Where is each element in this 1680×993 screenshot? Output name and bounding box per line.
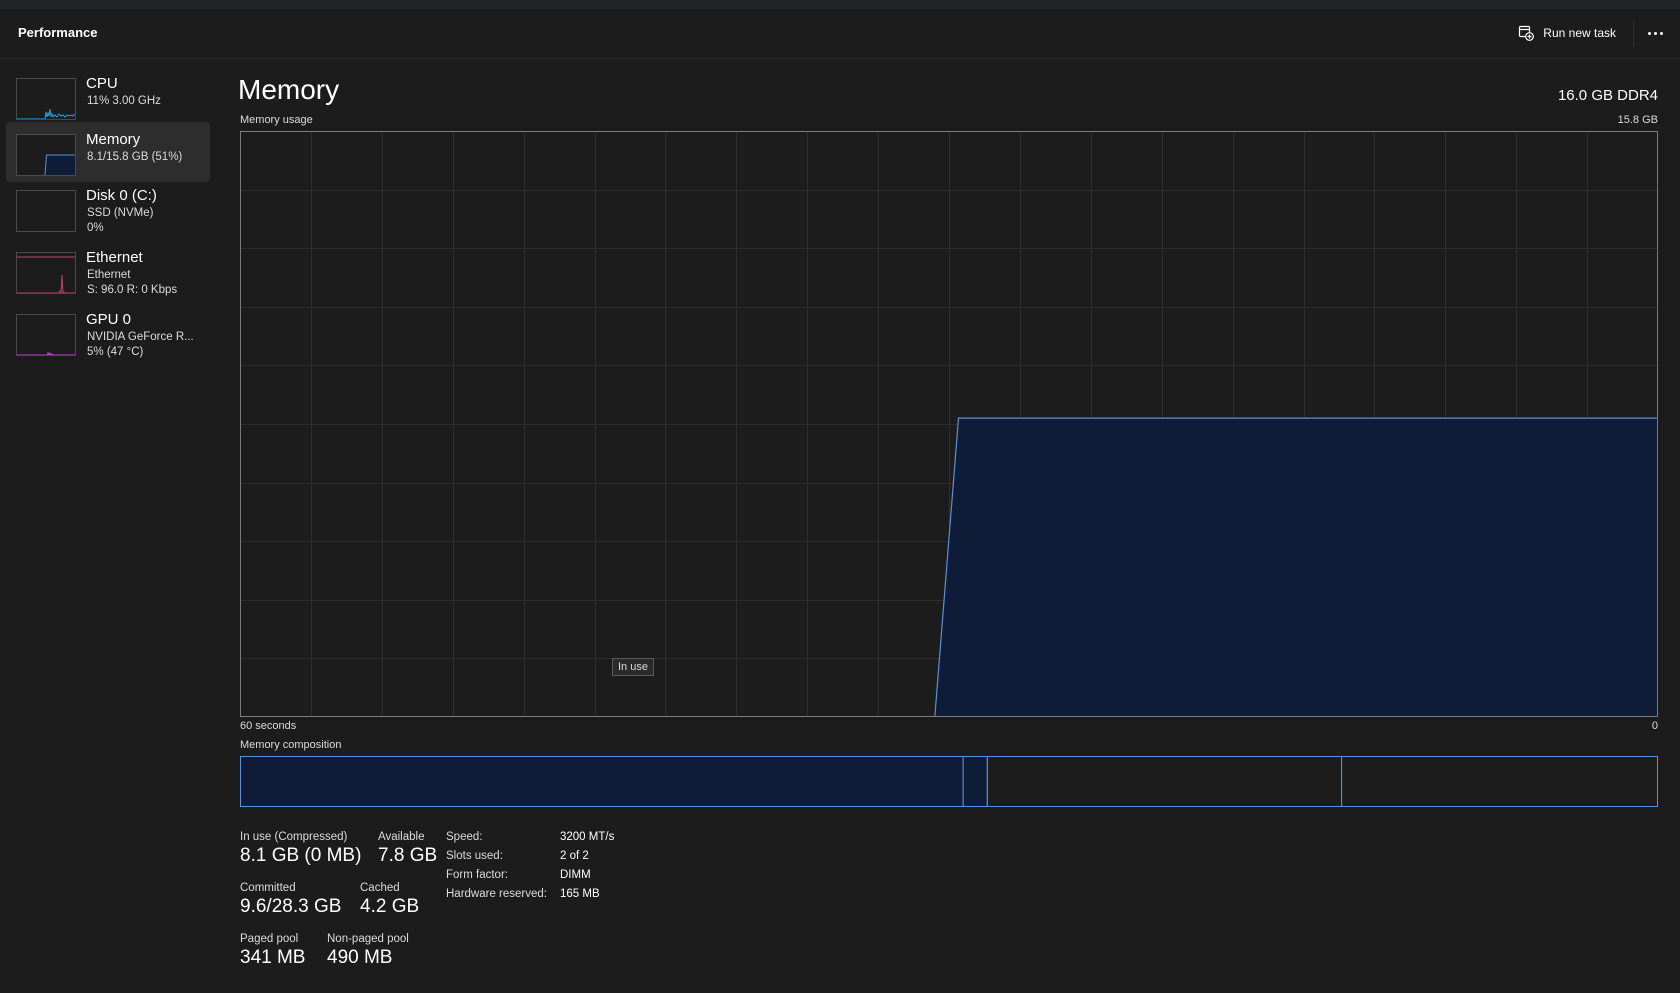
stat-non-paged-pool: Non-paged pool 490 MB <box>327 933 409 969</box>
more-dot-icon <box>1653 31 1657 35</box>
spec-value: DIMM <box>560 869 591 881</box>
sidebar-item-gpu[interactable]: GPU 0 NVIDIA GeForce R... 5% (47 °C) <box>6 302 210 362</box>
spec-row: Hardware reserved: 165 MB <box>446 888 614 907</box>
page-title: Performance <box>18 25 98 40</box>
stat-label: Cached <box>360 882 400 894</box>
cpu-thumbnail-graph <box>16 78 76 120</box>
stat-in-use: In use (Compressed) 8.1 GB (0 MB) <box>240 831 361 867</box>
memory-composition-label: Memory composition <box>240 739 342 751</box>
run-task-icon <box>1518 25 1535 41</box>
sidebar-item-detail: 5% (47 °C) <box>87 346 144 358</box>
sidebar-item-detail: 8.1/15.8 GB (51%) <box>87 151 183 163</box>
hardware-specs: Speed: 3200 MT/s Slots used: 2 of 2 Form f… <box>446 831 614 907</box>
composition-in-use[interactable] <box>240 756 964 807</box>
sidebar-item-detail: SSD (NVMe) <box>87 207 154 219</box>
sidebar-item-label: GPU 0 <box>86 311 132 328</box>
sidebar-item-disk[interactable]: Disk 0 (C:) SSD (NVMe) 0% <box>6 178 210 238</box>
sidebar: CPU 11% 3.00 GHz Memory 8.1/15.8 GB (51%… <box>0 59 216 993</box>
sidebar-item-detail: Ethernet <box>87 269 131 281</box>
graph-axis-right-label: 0 <box>1651 720 1658 732</box>
stat-available: Available 7.8 GB <box>378 831 437 867</box>
stat-label: Committed <box>240 882 296 894</box>
spec-row: Speed: 3200 MT/s <box>446 831 614 850</box>
sidebar-item-ethernet[interactable]: Ethernet Ethernet S: 96.0 R: 0 Kbps <box>6 240 210 300</box>
gpu-thumbnail-graph <box>16 314 76 356</box>
disk-thumbnail-graph <box>16 190 76 232</box>
stat-label: Non-paged pool <box>327 933 409 945</box>
memory-thumbnail-graph <box>16 134 76 176</box>
sidebar-item-detail: S: 96.0 R: 0 Kbps <box>87 284 178 296</box>
ethernet-thumbnail-graph <box>16 252 76 294</box>
sidebar-item-label: CPU <box>86 75 118 92</box>
sidebar-item-label: Disk 0 (C:) <box>86 187 157 204</box>
header-divider <box>1633 19 1634 47</box>
memory-panel: Memory 16.0 GB DDR4 Memory usage 15.8 GB… <box>238 59 1658 993</box>
stat-paged-pool: Paged pool 341 MB <box>240 933 305 969</box>
more-dot-icon <box>1647 31 1651 35</box>
sidebar-item-detail: 0% <box>87 222 104 234</box>
memory-composition-bar[interactable] <box>240 756 1658 807</box>
spec-value: 2 of 2 <box>560 850 589 862</box>
spec-value: 165 MB <box>560 888 600 900</box>
stat-value: 341 MB <box>240 947 306 968</box>
in-use-tooltip: In use <box>612 658 654 676</box>
header-bar: Performance Run new task <box>0 9 1680 59</box>
graph-axis-left-label: 60 seconds <box>240 720 297 732</box>
stat-value: 8.1 GB (0 MB) <box>240 845 362 866</box>
stat-label: Paged pool <box>240 933 299 945</box>
composition-modified[interactable] <box>962 756 988 807</box>
run-new-task-button[interactable]: Run new task <box>1518 21 1616 45</box>
memory-spec: 16.0 GB DDR4 <box>1557 87 1658 104</box>
spec-value: 3200 MT/s <box>560 831 615 843</box>
memory-usage-graph[interactable] <box>240 131 1658 717</box>
memory-usage-label: Memory usage <box>240 114 313 126</box>
sidebar-item-detail: NVIDIA GeForce R... <box>87 331 194 343</box>
sidebar-item-memory[interactable]: Memory 8.1/15.8 GB (51%) <box>6 122 210 182</box>
stat-committed: Committed 9.6/28.3 GB <box>240 882 341 918</box>
stat-cached: Cached 4.2 GB <box>360 882 419 918</box>
more-dot-icon <box>1659 31 1663 35</box>
spec-row: Form factor: DIMM <box>446 869 614 888</box>
stat-label: Available <box>378 831 425 843</box>
window-top-strip <box>0 0 1680 9</box>
sidebar-item-cpu[interactable]: CPU 11% 3.00 GHz <box>6 66 210 126</box>
spec-key: Speed: <box>446 831 483 843</box>
sidebar-item-label: Ethernet <box>86 249 143 266</box>
composition-free[interactable] <box>1341 756 1658 807</box>
stat-value: 9.6/28.3 GB <box>240 896 342 917</box>
stat-value: 7.8 GB <box>378 845 438 866</box>
spec-row: Slots used: 2 of 2 <box>446 850 614 869</box>
sidebar-item-label: Memory <box>86 131 141 148</box>
spec-key: Slots used: <box>446 850 503 862</box>
memory-usage-max: 15.8 GB <box>1617 114 1658 126</box>
run-new-task-label: Run new task <box>1543 26 1616 40</box>
memory-title: Memory <box>238 74 340 105</box>
composition-standby[interactable] <box>986 756 1343 807</box>
stat-value: 490 MB <box>327 947 393 968</box>
spec-key: Hardware reserved: <box>446 888 547 900</box>
sidebar-item-detail: 11% 3.00 GHz <box>87 95 161 107</box>
more-options-button[interactable] <box>1640 21 1670 45</box>
stat-label: In use (Compressed) <box>240 831 348 843</box>
stat-value: 4.2 GB <box>360 896 420 917</box>
spec-key: Form factor: <box>446 869 508 881</box>
